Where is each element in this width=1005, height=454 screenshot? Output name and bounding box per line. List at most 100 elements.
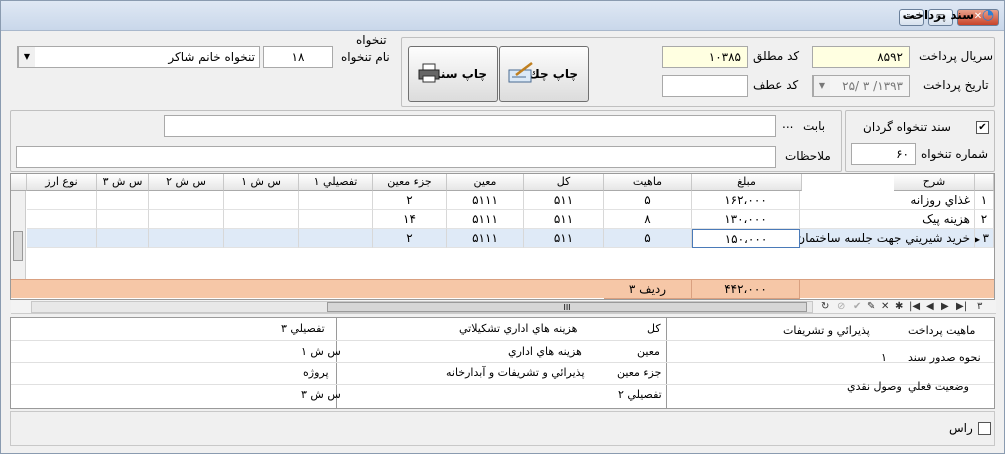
- babat-field[interactable]: [164, 115, 776, 137]
- serial-field[interactable]: ۸۵۹۲: [812, 46, 910, 68]
- salary-code-field[interactable]: ۱۸: [263, 46, 333, 68]
- row-nature[interactable]: ۸: [604, 210, 692, 229]
- col-header-s1[interactable]: س ش ١: [224, 174, 299, 191]
- vertical-scroll-thumb[interactable]: [13, 231, 23, 261]
- row-desc[interactable]: خريد شيريني جهت جلسه ساختمان: [800, 229, 975, 248]
- col-header-nature[interactable]: ماهيت: [604, 174, 692, 191]
- print-check-label: چاپ چك: [528, 67, 578, 81]
- row-joz[interactable]: ۲: [373, 229, 447, 248]
- refresh-icon[interactable]: ↻: [821, 301, 829, 312]
- row-number: ۱: [975, 191, 994, 210]
- row-currency[interactable]: [27, 210, 97, 229]
- issue-value: ۱: [881, 351, 887, 364]
- row-s3[interactable]: [97, 210, 149, 229]
- row-moein[interactable]: ۵۱۱۱: [447, 191, 524, 210]
- col-header-kol[interactable]: كل: [524, 174, 604, 191]
- row-kol[interactable]: ۵۱۱: [524, 229, 604, 248]
- abs-code-label: کد مطلق: [753, 49, 800, 63]
- last-record-icon[interactable]: ▶|: [956, 301, 967, 312]
- date-dropdown-icon[interactable]: ▼: [813, 76, 830, 96]
- row-s2[interactable]: [149, 229, 224, 248]
- kol-label: كل: [647, 322, 661, 335]
- print-doc-button[interactable]: چاپ سند: [408, 46, 498, 102]
- row-amount[interactable]: ۱۶۲،۰۰۰: [692, 191, 800, 210]
- row-s2[interactable]: [149, 210, 224, 229]
- row-kol[interactable]: ۵۱۱: [524, 191, 604, 210]
- row-joz[interactable]: ۲: [373, 191, 447, 210]
- row-amount-editing[interactable]: ۱۵۰،۰۰۰: [692, 229, 800, 248]
- row-number-text: ۳: [982, 231, 989, 245]
- row-nature[interactable]: ۵: [604, 191, 692, 210]
- row-desc[interactable]: غذاي روزانه: [800, 191, 975, 210]
- prev-record-icon[interactable]: ◀: [926, 301, 934, 312]
- row-currency[interactable]: [27, 191, 97, 210]
- print-check-button[interactable]: چاپ چك: [499, 46, 589, 102]
- col-header-s3[interactable]: س ش ٣: [97, 174, 149, 191]
- col-header-currency[interactable]: نوع ارز: [27, 174, 97, 191]
- col-header-s2[interactable]: س ش ٢: [149, 174, 224, 191]
- first-record-icon[interactable]: |◀: [909, 301, 920, 312]
- next-record-icon[interactable]: ▶: [941, 301, 949, 312]
- ras-label: راس: [949, 421, 973, 435]
- row-nature[interactable]: ۵: [604, 229, 692, 248]
- babat-ellipsis-button[interactable]: ...: [782, 117, 793, 131]
- col-header-moein[interactable]: معين: [447, 174, 524, 191]
- col-header-desc[interactable]: شرح: [894, 174, 975, 191]
- new-record-icon[interactable]: ✱: [895, 301, 903, 312]
- vertical-scrollbar[interactable]: [11, 191, 26, 279]
- salary-name-combo[interactable]: تنخواه خانم شاكر ▼: [17, 46, 260, 68]
- col-header-rownum: [975, 174, 994, 191]
- issue-label: نحوه صدور سند: [908, 351, 981, 364]
- row-moein[interactable]: ۵۱۱۱: [447, 210, 524, 229]
- row-tafsili[interactable]: [299, 210, 373, 229]
- col-header-tafsili1[interactable]: تفصيلي ١: [299, 174, 373, 191]
- row-s2[interactable]: [149, 191, 224, 210]
- row-moein[interactable]: ۵۱۱۱: [447, 229, 524, 248]
- salary-no-label: شماره تنخواه: [921, 147, 989, 161]
- col-header-indicator: [11, 174, 27, 191]
- babat-label: بابت: [803, 119, 826, 133]
- row-s1[interactable]: [224, 210, 299, 229]
- row-s1[interactable]: [224, 191, 299, 210]
- post-record-icon[interactable]: ✔: [853, 301, 861, 312]
- horizontal-scroll-thumb[interactable]: III: [327, 302, 807, 312]
- abs-code-field[interactable]: ۱۰۳۸۵: [662, 46, 748, 68]
- row-s3[interactable]: [97, 191, 149, 210]
- col-header-joz[interactable]: جزء معين: [373, 174, 447, 191]
- date-picker[interactable]: ۱۳۹۳/ ۳ /۲۵ ▼: [812, 75, 910, 97]
- row-joz[interactable]: ۱۴: [373, 210, 447, 229]
- row-tafsili[interactable]: [299, 229, 373, 248]
- col-header-amount[interactable]: مبلغ: [692, 174, 802, 191]
- row-tafsili[interactable]: [299, 191, 373, 210]
- mulahezat-field[interactable]: [16, 146, 776, 168]
- salary-no-field[interactable]: ۶۰: [851, 143, 916, 165]
- row-currency[interactable]: [27, 229, 97, 248]
- row-kol[interactable]: ۵۱۱: [524, 210, 604, 229]
- salary-dropdown-icon[interactable]: ▼: [18, 47, 35, 67]
- cancel-record-icon[interactable]: ⊘: [837, 301, 845, 312]
- footer-panel: [10, 411, 995, 446]
- ras-checkbox[interactable]: [978, 422, 991, 435]
- current-row-arrow-icon: ▶: [975, 235, 983, 244]
- row-s3[interactable]: [97, 229, 149, 248]
- row-amount[interactable]: ۱۳۰،۰۰۰: [692, 210, 800, 229]
- delete-record-icon[interactable]: ✕: [881, 301, 889, 312]
- grid-navigator: ۳ ▶| ▶ ◀ |◀ ✱ ✕ ✎ ✔ ⊘ ↻ III: [11, 300, 996, 314]
- nature-value: پذيرائي و تشريفات: [783, 324, 870, 337]
- salary-name-label: نام تنخواه: [341, 50, 390, 64]
- serial-label: سريال پرداخت: [919, 49, 994, 63]
- row-s1[interactable]: [224, 229, 299, 248]
- revolving-checkbox[interactable]: ✔: [976, 121, 989, 134]
- atf-field[interactable]: [662, 75, 748, 97]
- row-desc[interactable]: هزينه پيک: [800, 210, 975, 229]
- horizontal-scrollbar[interactable]: III: [31, 301, 813, 313]
- status-value: وصول نقدي: [847, 380, 902, 393]
- status-label: وضعيت فعلي: [908, 380, 969, 393]
- window-title: سند پرداخت: [902, 8, 974, 22]
- title-bar: — ▭ ✕ سند پرداخت ◔: [1, 1, 1004, 31]
- total-row: ۴۴۲،۰۰۰ رديف ۳: [11, 279, 994, 299]
- nature-label: ماهيت پرداخت: [908, 324, 976, 337]
- kol-value: هزينه هاي اداري تشكيلاتي: [459, 322, 578, 335]
- revolving-label: سند تنخواه گردان: [863, 120, 951, 134]
- edit-record-icon[interactable]: ✎: [867, 301, 875, 312]
